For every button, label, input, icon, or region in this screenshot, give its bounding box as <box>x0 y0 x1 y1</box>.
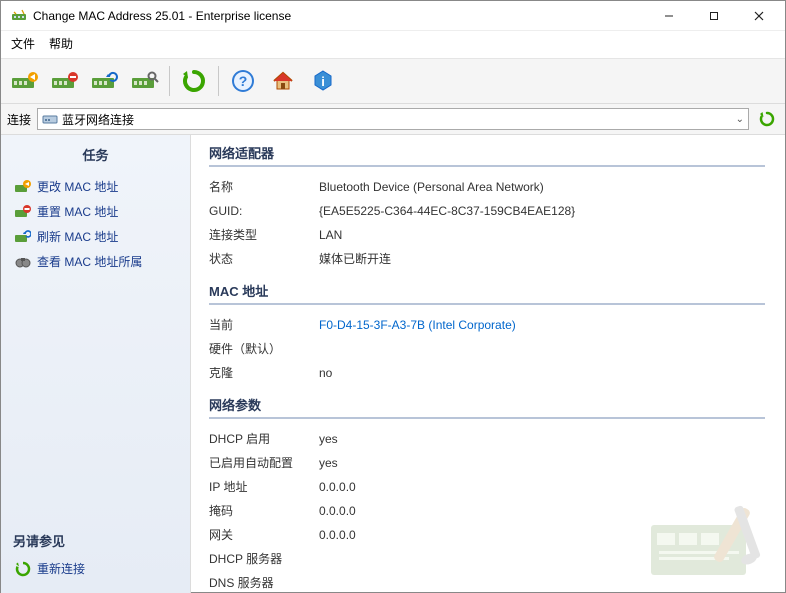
value-ip: 0.0.0.0 <box>319 475 765 499</box>
sidebar-task-label: 更改 MAC 地址 <box>37 178 118 195</box>
sidebar-task-lookup-mac[interactable]: 查看 MAC 地址所属 <box>1 249 190 274</box>
label-status: 状态 <box>209 247 319 271</box>
toolbar-help[interactable]: ? <box>225 63 261 99</box>
value-mask: 0.0.0.0 <box>319 499 765 523</box>
label-clone: 克隆 <box>209 361 319 385</box>
label-dhcp-server: DHCP 服务器 <box>209 547 319 571</box>
svg-text:i: i <box>321 74 325 89</box>
label-conn-type: 连接类型 <box>209 223 319 247</box>
sidebar-tasks-title: 任务 <box>1 141 190 174</box>
connection-dropdown[interactable]: 蓝牙网络连接 ⌄ <box>37 108 749 130</box>
connection-selected: 蓝牙网络连接 <box>62 111 134 128</box>
sidebar-see-also-title: 另请参见 <box>13 527 178 556</box>
change-mac-icon <box>15 179 31 195</box>
sidebar-see-also: 另请参见 重新连接 <box>1 523 190 587</box>
section-adapter: 网络适配器 <box>209 143 765 167</box>
toolbar-lookup-mac[interactable] <box>127 63 163 99</box>
svg-text:?: ? <box>239 73 248 89</box>
minimize-button[interactable] <box>646 2 691 30</box>
value-gateway: 0.0.0.0 <box>319 523 765 547</box>
reset-mac-icon <box>15 204 31 220</box>
refresh-mac-icon <box>15 229 31 245</box>
connection-label: 连接 <box>7 111 31 128</box>
label-autoconf: 已启用自动配置 <box>209 451 319 475</box>
sidebar-task-label: 刷新 MAC 地址 <box>37 228 118 245</box>
value-dns-server <box>319 571 765 593</box>
value-name: Bluetooth Device (Personal Area Network) <box>319 175 765 199</box>
toolbar-reconnect[interactable] <box>176 63 212 99</box>
section-params: 网络参数 <box>209 395 765 419</box>
value-autoconf: yes <box>319 451 765 475</box>
toolbar-separator <box>218 66 219 96</box>
label-name: 名称 <box>209 175 319 199</box>
value-status: 媒体已断开连 <box>319 247 765 271</box>
content-panel: 网络适配器 名称Bluetooth Device (Personal Area … <box>191 135 785 593</box>
toolbar: ? i <box>1 59 785 104</box>
sidebar-task-label: 查看 MAC 地址所属 <box>37 253 142 270</box>
label-ip: IP 地址 <box>209 475 319 499</box>
value-clone: no <box>319 361 765 385</box>
toolbar-reset-mac[interactable] <box>47 63 83 99</box>
sidebar-task-reset-mac[interactable]: 重置 MAC 地址 <box>1 199 190 224</box>
main-area: 任务 更改 MAC 地址 重置 MAC 地址 刷新 MAC 地址 查看 MAC … <box>1 135 785 593</box>
label-gateway: 网关 <box>209 523 319 547</box>
sidebar-reconnect[interactable]: 重新连接 <box>13 556 178 581</box>
sidebar-reconnect-label: 重新连接 <box>37 560 85 577</box>
value-dhcp-server <box>319 547 765 571</box>
binoculars-icon <box>15 254 31 270</box>
app-icon <box>11 8 27 24</box>
sidebar-task-refresh-mac[interactable]: 刷新 MAC 地址 <box>1 224 190 249</box>
label-dhcp: DHCP 启用 <box>209 427 319 451</box>
network-adapter-icon <box>42 111 58 127</box>
sidebar: 任务 更改 MAC 地址 重置 MAC 地址 刷新 MAC 地址 查看 MAC … <box>1 135 191 593</box>
connection-refresh-button[interactable] <box>755 108 779 130</box>
toolbar-separator <box>169 66 170 96</box>
toolbar-about[interactable]: i <box>305 63 341 99</box>
menu-bar: 文件 帮助 <box>1 31 785 59</box>
reconnect-icon <box>15 561 31 577</box>
toolbar-home[interactable] <box>265 63 301 99</box>
section-mac: MAC 地址 <box>209 281 765 305</box>
title-bar: Change MAC Address 25.01 - Enterprise li… <box>1 1 785 31</box>
menu-file[interactable]: 文件 <box>11 35 35 52</box>
connection-bar: 连接 蓝牙网络连接 ⌄ <box>1 104 785 135</box>
label-hardware: 硬件（默认） <box>209 337 319 361</box>
sidebar-task-label: 重置 MAC 地址 <box>37 203 118 220</box>
toolbar-change-mac[interactable] <box>7 63 43 99</box>
window-title: Change MAC Address 25.01 - Enterprise li… <box>33 9 646 23</box>
chevron-down-icon: ⌄ <box>736 114 744 125</box>
sidebar-task-change-mac[interactable]: 更改 MAC 地址 <box>1 174 190 199</box>
value-hardware <box>319 337 765 361</box>
menu-help[interactable]: 帮助 <box>49 35 73 52</box>
toolbar-refresh-mac[interactable] <box>87 63 123 99</box>
label-guid: GUID: <box>209 199 319 223</box>
close-button[interactable] <box>736 2 781 30</box>
label-dns-server: DNS 服务器 <box>209 571 319 593</box>
value-current-mac[interactable]: F0-D4-15-3F-A3-7B (Intel Corporate) <box>319 313 765 337</box>
value-guid: {EA5E5225-C364-44EC-8C37-159CB4EAE128} <box>319 199 765 223</box>
label-current: 当前 <box>209 313 319 337</box>
label-mask: 掩码 <box>209 499 319 523</box>
value-conn-type: LAN <box>319 223 765 247</box>
maximize-button[interactable] <box>691 2 736 30</box>
value-dhcp: yes <box>319 427 765 451</box>
